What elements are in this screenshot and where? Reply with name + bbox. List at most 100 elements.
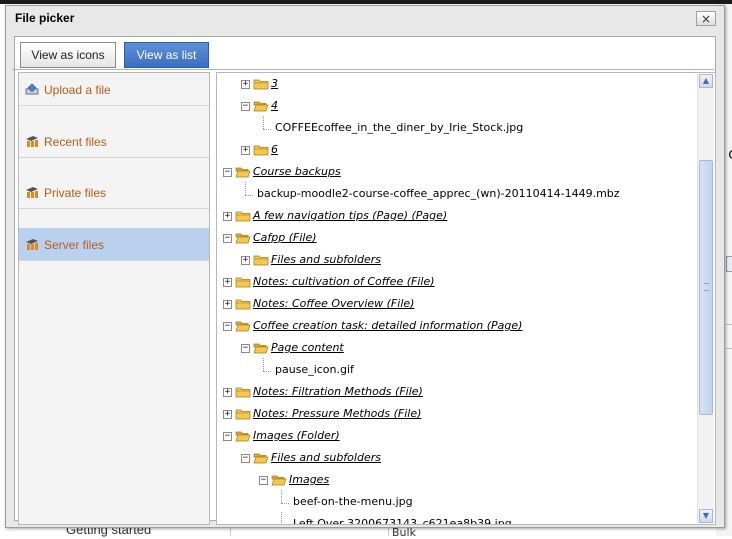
tree-file-item[interactable]: Left Over 3200673143_c621ea8b39.jpg xyxy=(217,512,697,524)
tree-item-label[interactable]: beef-on-the-menu.jpg xyxy=(293,495,413,508)
sidebar-item-server-files[interactable]: Server files xyxy=(19,228,209,261)
scroll-up-icon[interactable]: ▲ xyxy=(699,74,713,88)
tree-folder-item[interactable]: + Notes: cultivation of Coffee (File) xyxy=(217,274,697,292)
folder-icon xyxy=(235,409,251,420)
folder-icon xyxy=(253,255,269,266)
sidebar-item-label: Private files xyxy=(44,186,107,200)
view-toolbar: View as icons View as list xyxy=(12,42,714,70)
tree-folder-item[interactable]: + Notes: Filtration Methods (File) xyxy=(217,384,697,402)
tree-connector xyxy=(245,182,246,195)
tree-item-label[interactable]: Course backups xyxy=(253,165,341,178)
collapse-icon[interactable]: − xyxy=(241,344,250,353)
tree-folder-item[interactable]: − Images xyxy=(217,472,697,490)
expand-icon[interactable]: + xyxy=(241,80,250,89)
view-as-icons-button[interactable]: View as icons xyxy=(20,42,116,68)
tree-folder-item[interactable]: − Course backups xyxy=(217,164,697,182)
collapse-icon[interactable]: − xyxy=(223,234,232,243)
folder-open-icon xyxy=(235,167,251,178)
folder-open-icon xyxy=(235,431,251,442)
sidebar-item-recent-files[interactable]: Recent files xyxy=(19,125,209,158)
dialog-title-bar[interactable]: File picker × xyxy=(6,6,724,32)
tree-connector xyxy=(263,129,271,130)
tree-item-label[interactable]: Files and subfolders xyxy=(271,253,381,266)
folder-open-icon xyxy=(235,321,251,332)
tree-folder-item[interactable]: − Coffee creation task: detailed informat… xyxy=(217,318,697,336)
tree-item-label[interactable]: COFFEEcoffee_in_the_diner_by_Irie_Stock.… xyxy=(275,121,523,134)
tree-file-item[interactable]: COFFEEcoffee_in_the_diner_by_Irie_Stock.… xyxy=(217,116,697,138)
folder-icon xyxy=(235,211,251,222)
expand-icon[interactable]: + xyxy=(223,410,232,419)
tree-folder-item[interactable]: − Page content xyxy=(217,340,697,358)
expand-icon[interactable]: + xyxy=(223,278,232,287)
collapse-icon[interactable]: − xyxy=(223,322,232,331)
tree-file-item[interactable]: beef-on-the-menu.jpg xyxy=(217,490,697,512)
tree-folder-item[interactable]: − Cafpp (File) xyxy=(217,230,697,248)
tree-folder-item[interactable]: + Notes: Coffee Overview (File) xyxy=(217,296,697,314)
tree-folder-item[interactable]: + A few navigation tips (Page) (Page) xyxy=(217,208,697,226)
tree-item-label[interactable]: Page content xyxy=(271,341,344,354)
tree-item-label[interactable]: Files and subfolders xyxy=(271,451,381,464)
expand-icon[interactable]: + xyxy=(241,256,250,265)
sidebar-item-upload[interactable]: Upload a file xyxy=(19,73,209,106)
tree-folder-item[interactable]: + Notes: Pressure Methods (File) xyxy=(217,406,697,424)
tree-item-label[interactable]: Coffee creation task: detailed informati… xyxy=(253,319,522,332)
expand-icon[interactable]: + xyxy=(223,300,232,309)
collapse-icon[interactable]: − xyxy=(223,432,232,441)
tree-item-label[interactable]: A few navigation tips (Page) (Page) xyxy=(253,209,447,222)
scrollbar-thumb[interactable] xyxy=(699,160,713,415)
tree-item-label[interactable]: 3 xyxy=(271,77,278,90)
tree-folder-item[interactable]: + Files and subfolders xyxy=(217,252,697,270)
tree-connector xyxy=(245,195,253,196)
tree-item-label[interactable]: Notes: Filtration Methods (File) xyxy=(253,385,423,398)
tree-connector xyxy=(263,116,264,129)
tree-item-label[interactable]: Cafpp (File) xyxy=(253,231,317,244)
tree-item-label[interactable]: Notes: Coffee Overview (File) xyxy=(253,297,414,310)
upload-icon xyxy=(25,83,39,95)
scroll-down-icon[interactable]: ▼ xyxy=(699,509,713,523)
moodle-icon xyxy=(26,187,38,198)
tree-item-label[interactable]: 6 xyxy=(271,143,278,156)
dialog-title: File picker xyxy=(15,11,75,25)
tree-connector xyxy=(281,503,289,504)
expand-icon[interactable]: + xyxy=(223,388,232,397)
expand-icon[interactable]: + xyxy=(223,212,232,221)
tree-file-item[interactable]: backup-moodle2-course-coffee_apprec_(wn)… xyxy=(217,182,697,204)
background-divider xyxy=(230,528,231,536)
tree-folder-item[interactable]: −4 xyxy=(217,98,697,116)
tree-folder-item[interactable]: − Images (Folder) xyxy=(217,428,697,446)
sidebar-item-private-files[interactable]: Private files xyxy=(19,176,209,209)
folder-open-icon xyxy=(235,233,251,244)
background-letter: c xyxy=(728,144,732,163)
background-divider xyxy=(726,324,732,333)
collapse-icon[interactable]: − xyxy=(259,476,268,485)
folder-icon xyxy=(253,79,269,90)
view-as-list-button[interactable]: View as list xyxy=(124,42,209,68)
background-control xyxy=(726,256,732,272)
collapse-icon[interactable]: − xyxy=(241,454,250,463)
tree-item-label[interactable]: backup-moodle2-course-coffee_apprec_(wn)… xyxy=(257,187,620,200)
tree-item-label[interactable]: Left Over 3200673143_c621ea8b39.jpg xyxy=(293,517,512,524)
tree-item-label[interactable]: Images xyxy=(289,473,329,486)
background-divider xyxy=(726,348,732,357)
tree-item-label[interactable]: Images (Folder) xyxy=(253,429,340,442)
tree-folder-item[interactable]: +3 xyxy=(217,76,697,94)
collapse-icon[interactable]: − xyxy=(223,168,232,177)
sidebar-item-label: Recent files xyxy=(44,135,107,149)
sidebar-item-label: Upload a file xyxy=(44,83,111,97)
tree-item-label[interactable]: 4 xyxy=(271,99,278,112)
folder-icon xyxy=(235,299,251,310)
tree-file-item[interactable]: pause_icon.gif xyxy=(217,358,697,380)
close-icon: × xyxy=(700,12,712,26)
close-button[interactable]: × xyxy=(696,11,716,26)
collapse-icon[interactable]: − xyxy=(241,102,250,111)
tree-folder-item[interactable]: − Files and subfolders xyxy=(217,450,697,468)
page-header-bar xyxy=(0,0,732,4)
tree-item-label[interactable]: pause_icon.gif xyxy=(275,363,354,376)
tree-item-label[interactable]: Notes: Pressure Methods (File) xyxy=(253,407,421,420)
expand-icon[interactable]: + xyxy=(241,146,250,155)
sidebar-item-label: Server files xyxy=(44,238,105,252)
tree-connector xyxy=(281,512,282,524)
tree-folder-item[interactable]: +6 xyxy=(217,142,697,160)
tree-item-label[interactable]: Notes: cultivation of Coffee (File) xyxy=(253,275,435,288)
vertical-scrollbar[interactable]: ▲ ▼ xyxy=(697,74,714,523)
